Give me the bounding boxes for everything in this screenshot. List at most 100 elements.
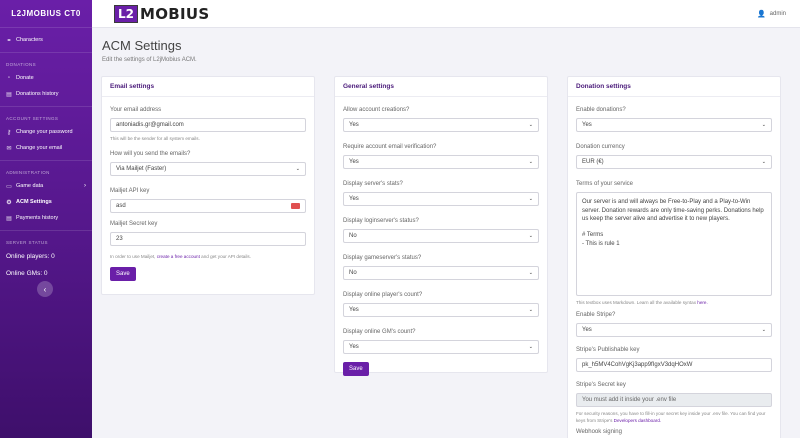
sidebar-item-label: Change your email (16, 145, 63, 151)
online-players-select[interactable]: Yes ⌄ (343, 303, 539, 317)
general-save-button[interactable]: Save (343, 362, 369, 376)
email-address-label: Your email address (110, 107, 162, 113)
allow-creations-label: Allow account creations? (343, 107, 410, 113)
email-method-label: How will you send the emails? (110, 150, 191, 157)
allow-creations-select[interactable]: Yes ⌄ (343, 118, 539, 132)
stripe-secret-help: For security reasons, you have to fill-i… (576, 411, 772, 425)
users-icon: ⚭ (6, 37, 12, 44)
mailjet-api-label: Mailjet API key (110, 187, 150, 194)
chevron-down-icon: ⌄ (528, 159, 533, 165)
card-title: General settings (335, 77, 547, 97)
email-address-help: This will be the sender for all system e… (110, 136, 200, 141)
list-icon: ▤ (6, 91, 12, 98)
terms-textarea[interactable]: Our server is and will always be Free-to… (576, 192, 772, 296)
enable-donations-select[interactable]: Yes ⌄ (576, 118, 772, 132)
online-gms-count: Online GMs: 0 (6, 270, 48, 277)
page-subtitle: Edit the settings of L2jMobius ACM. (102, 57, 197, 63)
terms-rule: - This is rule 1 (582, 240, 620, 247)
sidebar-item-game-data[interactable]: ▭ Game data › (0, 178, 92, 194)
sidebar-item-characters[interactable]: ⚭ Characters (0, 32, 92, 48)
markdown-link[interactable]: here. (697, 300, 707, 305)
mailjet-help: In order to use Mailjet, create a free a… (110, 254, 306, 261)
email-verification-select[interactable]: Yes ⌄ (343, 155, 539, 169)
chevron-down-icon: ⌄ (528, 196, 533, 202)
select-value: Yes (349, 159, 359, 165)
database-icon: ▭ (6, 183, 12, 190)
sidebar-collapse-button[interactable]: ‹ (37, 281, 53, 297)
sidebar-item-payments-history[interactable]: ▤ Payments history (0, 210, 92, 226)
create-account-link[interactable]: create a free account (157, 254, 200, 259)
select-value: Via Mailjet (Faster) (116, 165, 167, 172)
stripe-secret-label: Stripe's Secret key (576, 381, 626, 388)
select-value: EUR (€) (582, 159, 604, 165)
page-title: ACM Settings (102, 38, 182, 53)
sidebar-item-donate[interactable]: ▫ Donate (0, 70, 92, 86)
chevron-down-icon: ⌄ (528, 233, 533, 239)
password-manager-icon[interactable] (291, 202, 300, 209)
enable-stripe-select[interactable]: Yes ⌄ (576, 322, 772, 337)
sidebar-item-donations-history[interactable]: ▤ Donations history (0, 86, 92, 102)
donation-settings-card: Donation settings Enable donations? Yes … (567, 76, 781, 438)
server-stats-select[interactable]: Yes ⌄ (343, 192, 539, 206)
help-text: In order to use Mailjet, (110, 253, 156, 259)
server-stats-label: Display server's stats? (343, 181, 403, 187)
online-gms-select[interactable]: Yes ⌄ (343, 340, 539, 354)
select-value: No (349, 270, 357, 276)
sidebar-heading-donations: DONATIONS (6, 62, 37, 67)
chevron-down-icon: ⌄ (761, 159, 766, 165)
sidebar-item-change-password[interactable]: ⚷ Change your password (0, 124, 92, 140)
email-address-input[interactable]: antoniadis.gr@gmail.com (110, 118, 306, 132)
mailjet-api-input[interactable]: asd (110, 198, 306, 213)
chevron-down-icon: ⌄ (528, 307, 533, 313)
online-players-count: Online players: 0 (6, 253, 55, 260)
general-settings-card: General settings Allow account creations… (334, 76, 548, 376)
general-field: Display online GM's count? Yes ⌄ (343, 329, 539, 354)
mailjet-secret-input[interactable]: 23 (110, 231, 306, 246)
terms-label: Terms of your service (576, 181, 634, 187)
sidebar-heading-account: ACCOUNT SETTINGS (6, 116, 59, 121)
loginserver-status-select[interactable]: No ⌄ (343, 229, 539, 243)
chevron-down-icon: ⌄ (761, 122, 766, 128)
loginserver-status-label: Display loginserver's status? (343, 218, 419, 224)
select-value: Yes (349, 307, 359, 313)
chevron-down-icon: ⌄ (761, 326, 766, 333)
gear-icon: ⚙ (6, 199, 12, 206)
help-text: For security reasons, you have to fill-i… (576, 410, 766, 423)
card-title: Email settings (102, 77, 314, 97)
user-name: admin (769, 10, 786, 17)
envelope-icon: ✉ (6, 145, 12, 152)
sidebar-brand[interactable]: L2JMOBIUS CT0 (0, 0, 92, 28)
stripe-publishable-input[interactable]: pk_h5MV4CohVgKj3app9fIgxV3dqHOxW (576, 357, 772, 372)
stripe-publishable-label: Stripe's Publishable key (576, 346, 640, 353)
field-value: asd (116, 202, 126, 209)
general-field: Allow account creations? Yes ⌄ (343, 107, 539, 132)
email-save-button[interactable]: Save (110, 266, 136, 281)
select-value: Yes (349, 344, 359, 350)
chevron-down-icon: ⌄ (295, 165, 300, 172)
select-value: Yes (582, 122, 592, 128)
online-players-label: Display online player's count? (343, 292, 423, 298)
sidebar-item-label: Game data (16, 183, 44, 189)
app-logo[interactable]: L2 MOBIUS (114, 4, 209, 23)
general-field: Display gameserver's status? No ⌄ (343, 255, 539, 280)
email-method-select[interactable]: Via Mailjet (Faster) ⌄ (110, 161, 306, 176)
sidebar-item-change-email[interactable]: ✉ Change your email (0, 140, 92, 156)
general-field: Display server's stats? Yes ⌄ (343, 181, 539, 206)
gameserver-status-select[interactable]: No ⌄ (343, 266, 539, 280)
developers-dashboard-link[interactable]: Developers dashboard. (614, 418, 662, 423)
currency-select[interactable]: EUR (€) ⌄ (576, 155, 772, 169)
sidebar-item-label: ACM Settings (16, 199, 52, 205)
sidebar-item-label: Donations history (16, 91, 59, 97)
user-menu[interactable]: 👤 admin (757, 10, 786, 18)
terms-heading: # Terms (582, 232, 604, 239)
chevron-right-icon: › (84, 183, 86, 189)
sidebar-item-acm-settings[interactable]: ⚙ ACM Settings (0, 194, 92, 210)
select-value: Yes (349, 196, 359, 202)
select-value: Yes (582, 326, 592, 333)
markdown-help: This textbox uses Markdown. Learn all th… (576, 300, 772, 307)
topbar: L2 MOBIUS 👤 admin (92, 0, 800, 28)
list-icon: ▤ (6, 215, 12, 222)
email-settings-card: Email settings Your email address antoni… (101, 76, 315, 295)
general-field: Require account email verification? Yes … (343, 144, 539, 169)
email-verification-label: Require account email verification? (343, 144, 437, 150)
